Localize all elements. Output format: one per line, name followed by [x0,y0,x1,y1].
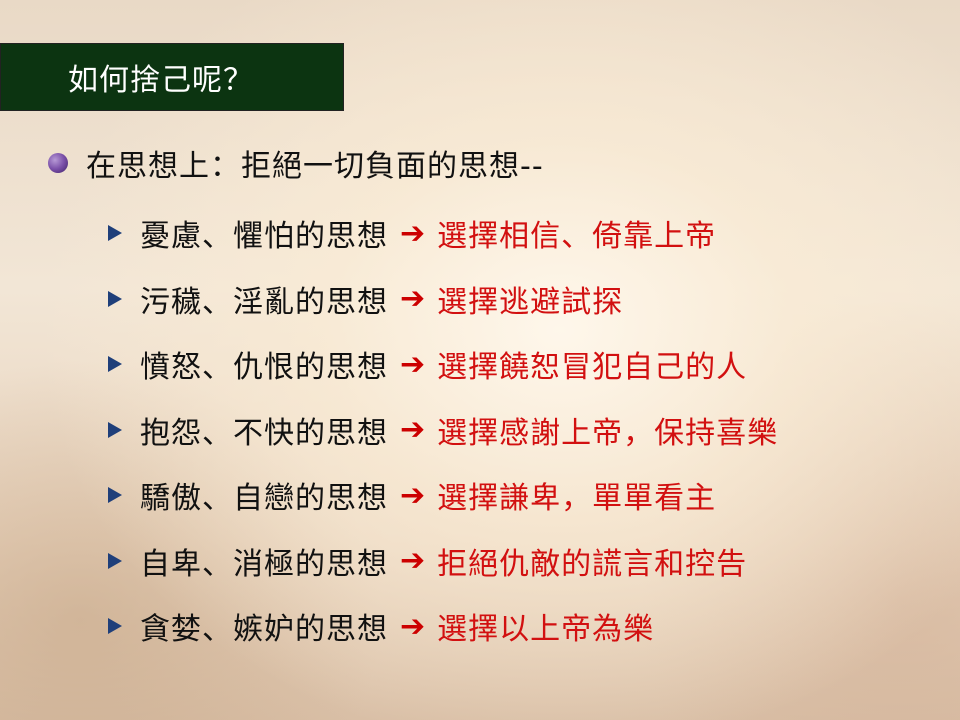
list-item: 污穢、淫亂的思想 ➔ 選擇逃避試探 [108,276,778,322]
main-bullet-text: 在思想上：拒絕一切負面的思想-- [86,149,544,184]
negative-thought-text: 抱怨、不快的思想 [140,415,388,451]
triangle-bullet-icon [108,487,122,503]
triangle-bullet-icon [108,225,122,241]
negative-thought-text: 自卑、消極的思想 [140,546,388,582]
slide-title: 如何捨己呢？ [68,63,254,98]
response-text: 拒絕仇敵的謊言和控告 [437,546,748,582]
negative-thought-text: 驕傲、自戀的思想 [140,481,388,516]
response-text: 選擇相信、倚靠上帝 [437,219,717,254]
list-item: 憂慮、懼怕的思想 ➔ 選擇相信、倚靠上帝 [108,210,778,256]
response-text: 選擇逃避試探 [437,284,624,320]
response-text: 選擇謙卑，單單看主 [437,481,717,516]
negative-thought-text: 憤怒、仇恨的思想 [140,350,388,385]
arrow-right-icon: ➔ [400,608,426,644]
list-item: 自卑、消極的思想 ➔ 拒絕仇敵的謊言和控告 [108,538,778,584]
negative-thought-text: 貪婪、嫉妒的思想 [140,612,388,647]
arrow-right-icon: ➔ [400,477,426,513]
arrow-right-icon: ➔ [400,346,426,382]
list-item: 驕傲、自戀的思想 ➔ 選擇謙卑，單單看主 [108,472,778,518]
list-item: 憤怒、仇恨的思想 ➔ 選擇饒恕冒犯自己的人 [108,341,778,387]
response-text: 選擇饒恕冒犯自己的人 [437,350,748,385]
arrow-right-icon: ➔ [400,543,426,578]
list-item: 貪婪、嫉妒的思想 ➔ 選擇以上帝為樂 [108,603,778,649]
arrow-right-icon: ➔ [400,412,426,447]
triangle-bullet-icon [108,618,122,634]
main-bullet-point: 在思想上：拒絕一切負面的思想-- [48,140,544,186]
arrow-right-icon: ➔ [400,215,426,251]
response-text: 選擇以上帝為樂 [437,612,655,647]
negative-thought-text: 憂慮、懼怕的思想 [140,219,388,254]
sub-bullet-list: 憂慮、懼怕的思想 ➔ 選擇相信、倚靠上帝 污穢、淫亂的思想 ➔ 選擇逃避試探 憤… [108,210,778,669]
triangle-bullet-icon [108,421,122,438]
response-text: 選擇感謝上帝，保持喜樂 [437,415,779,451]
arrow-right-icon: ➔ [400,281,426,316]
list-item: 抱怨、不快的思想 ➔ 選擇感謝上帝，保持喜樂 [108,407,778,453]
slide-title-box: 如何捨己呢？ [0,43,344,111]
negative-thought-text: 污穢、淫亂的思想 [140,284,388,320]
triangle-bullet-icon [108,552,122,569]
triangle-bullet-icon [108,356,122,372]
bullet-circle-icon [48,153,68,173]
triangle-bullet-icon [108,290,122,307]
